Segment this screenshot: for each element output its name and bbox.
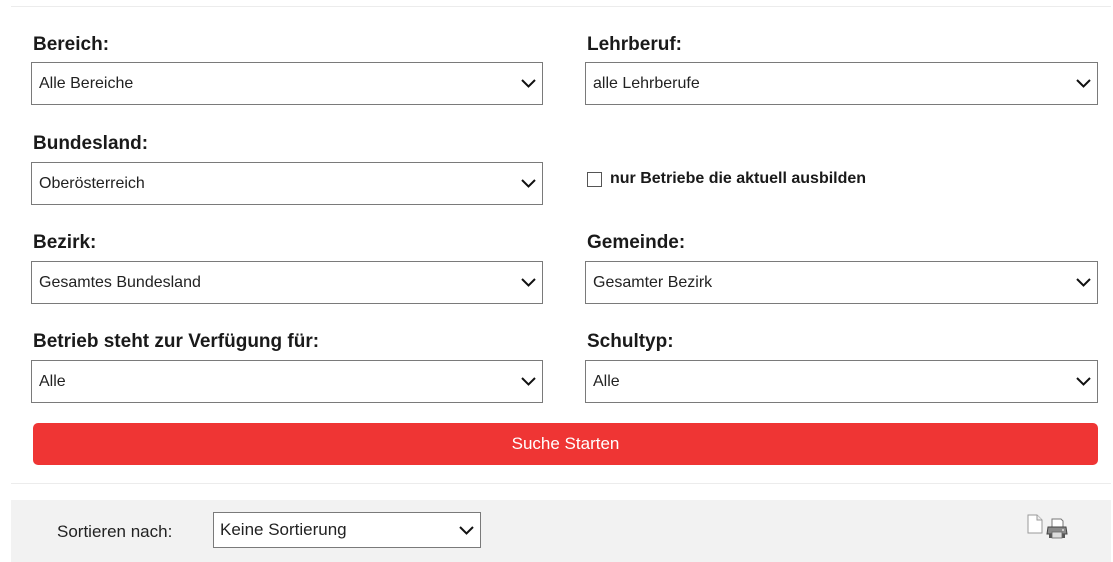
chevron-down-icon (1069, 361, 1097, 402)
top-divider (11, 6, 1111, 7)
bezirk-select[interactable]: Gesamtes Bundesland (31, 261, 543, 304)
document-icon[interactable] (1027, 514, 1043, 534)
bereich-select-value: Alle Bereiche (39, 74, 134, 92)
sort-label: Sortieren nach: (57, 522, 173, 541)
bezirk-select-value: Gesamtes Bundesland (39, 273, 201, 291)
bundesland-select[interactable]: Oberösterreich (31, 162, 543, 205)
gemeinde-select-value: Gesamter Bezirk (593, 273, 713, 291)
aktuell-ausbilden-label: nur Betriebe die aktuell ausbilden (610, 170, 867, 187)
gemeinde-select[interactable]: Gesamter Bezirk (585, 261, 1098, 304)
bezirk-label: Bezirk: (33, 232, 97, 253)
verfuegung-label: Betrieb steht zur Verfügung für: (33, 331, 320, 352)
gemeinde-label: Gemeinde: (587, 232, 686, 253)
search-start-button[interactable]: Suche Starten (33, 423, 1098, 465)
schultyp-select[interactable]: Alle (585, 360, 1098, 403)
lehrberuf-select[interactable]: alle Lehrberufe (585, 62, 1098, 105)
lehrberuf-label: Lehrberuf: (587, 34, 682, 55)
verfuegung-select-value: Alle (39, 372, 66, 390)
aktuell-ausbilden-checkbox[interactable] (587, 171, 602, 187)
chevron-down-icon (1069, 63, 1097, 104)
lehrberuf-select-value: alle Lehrberufe (593, 74, 700, 92)
sort-select-value: Keine Sortierung (220, 520, 347, 539)
chevron-down-icon (514, 63, 542, 104)
bundesland-select-value: Oberösterreich (39, 174, 145, 192)
chevron-down-icon (514, 163, 542, 204)
chevron-down-icon (1069, 262, 1097, 303)
section-divider (11, 483, 1111, 484)
bereich-label: Bereich: (33, 34, 110, 55)
schultyp-select-value: Alle (593, 372, 620, 390)
printer-icon[interactable] (1046, 518, 1068, 540)
verfuegung-select[interactable]: Alle (31, 360, 543, 403)
chevron-down-icon (514, 361, 542, 402)
chevron-down-icon (514, 262, 542, 303)
bundesland-label: Bundesland: (33, 133, 149, 154)
schultyp-label: Schultyp: (587, 331, 674, 352)
sort-select[interactable]: Keine Sortierung (213, 512, 481, 548)
bereich-select[interactable]: Alle Bereiche (31, 62, 543, 105)
sort-bar: Sortieren nach: Keine Sortierung (11, 500, 1111, 562)
aktuell-ausbilden-checkbox-row[interactable]: nur Betriebe die aktuell ausbilden (587, 170, 866, 188)
chevron-down-icon (452, 513, 480, 547)
